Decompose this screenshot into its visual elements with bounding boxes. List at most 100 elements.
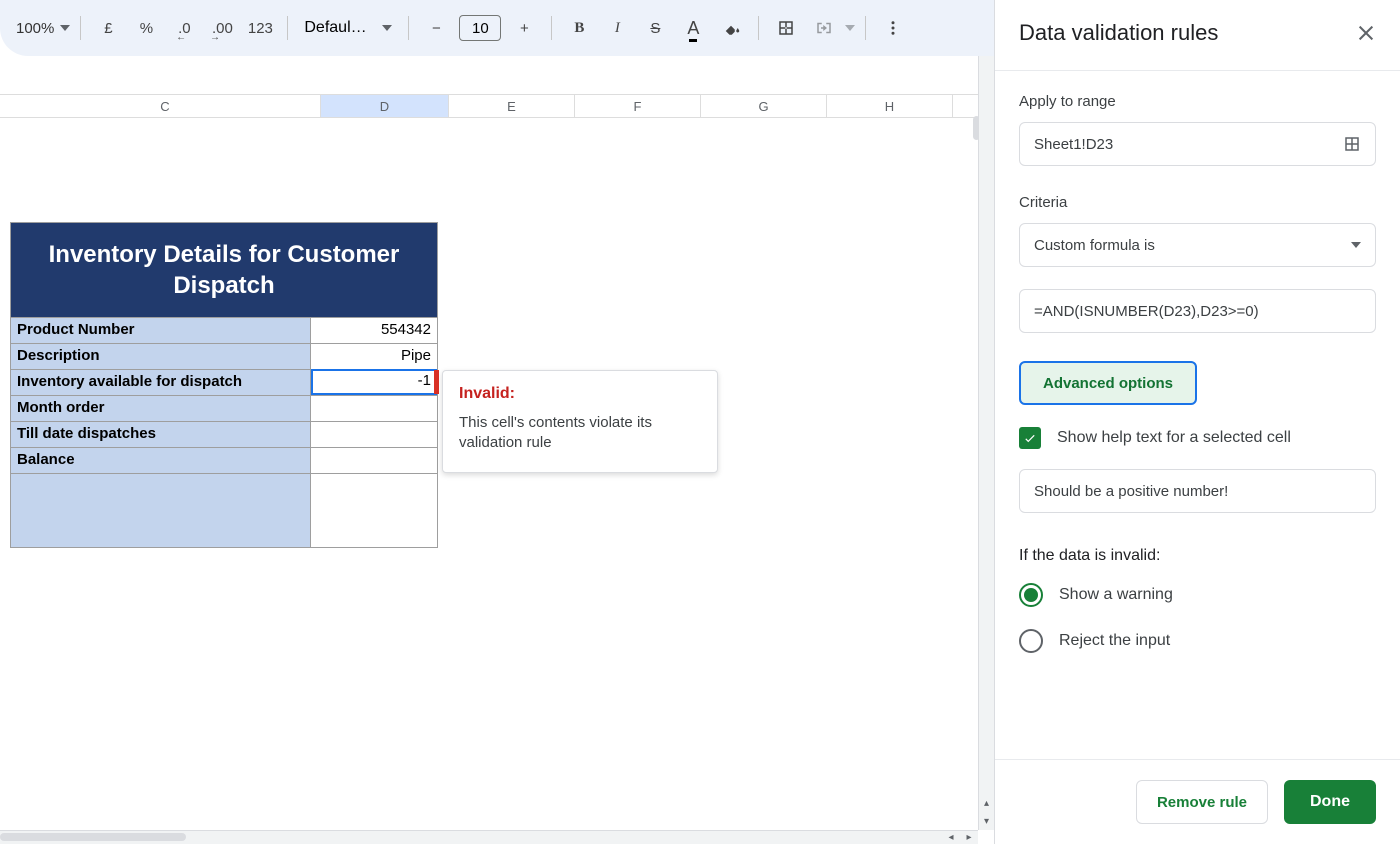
row-label[interactable]: Description (11, 343, 311, 369)
table-row: Till date dispatches (11, 421, 437, 447)
row-label[interactable]: Month order (11, 395, 311, 421)
strikethrough-button[interactable]: S (638, 11, 672, 45)
row-label[interactable]: Till date dispatches (11, 421, 311, 447)
panel-header: Data validation rules (995, 0, 1400, 71)
col-header-D[interactable]: D (321, 95, 449, 117)
separator (758, 16, 759, 40)
done-button[interactable]: Done (1284, 780, 1376, 824)
percent-button[interactable]: % (129, 11, 163, 45)
decrease-decimal-button[interactable]: .0← (167, 11, 201, 45)
criteria-label: Criteria (1019, 194, 1376, 211)
row-value[interactable] (311, 447, 437, 473)
col-header-G[interactable]: G (701, 95, 827, 117)
close-panel-button[interactable] (1356, 23, 1376, 43)
show-warning-radio[interactable] (1019, 583, 1043, 607)
col-header-F[interactable]: F (575, 95, 701, 117)
row-label[interactable]: Product Number (11, 317, 311, 343)
advanced-options-button[interactable]: Advanced options (1019, 361, 1197, 405)
help-text-checkbox-row: Show help text for a selected cell (1019, 427, 1376, 449)
row-value[interactable] (311, 473, 437, 547)
data-validation-panel: Data validation rules Apply to range She… (994, 0, 1400, 844)
row-value[interactable] (311, 395, 437, 421)
number-format-button[interactable]: 123 (243, 11, 277, 45)
col-header-E[interactable]: E (449, 95, 575, 117)
table-row: Product Number 554342 (11, 317, 437, 343)
vertical-scrollbar[interactable]: ▴▾ (978, 56, 994, 830)
panel-title: Data validation rules (1019, 20, 1218, 46)
font-size-input[interactable]: 10 (459, 15, 501, 41)
remove-rule-button[interactable]: Remove rule (1136, 780, 1268, 824)
currency-button[interactable]: £ (91, 11, 125, 45)
check-icon (1023, 431, 1037, 445)
help-text-input[interactable]: Should be a positive number! (1019, 469, 1376, 513)
tooltip-heading: Invalid: (459, 385, 701, 403)
scroll-right-icon[interactable]: ▸ (960, 831, 978, 844)
tooltip-body: This cell's contents violate its validat… (459, 413, 701, 454)
reject-input-label: Reject the input (1059, 632, 1170, 650)
validation-error-flag (434, 370, 439, 394)
reject-input-radio[interactable] (1019, 629, 1043, 653)
more-button[interactable] (876, 11, 910, 45)
increase-decimal-button[interactable]: .00→ (205, 11, 239, 45)
table-row (11, 473, 437, 547)
formula-input[interactable]: =AND(ISNUMBER(D23),D23>=0) (1019, 289, 1376, 333)
merge-dropdown-icon[interactable] (845, 25, 855, 31)
spreadsheet-area: C D E F G H Inventory Details for Custom… (0, 56, 994, 844)
horizontal-scroll-thumb[interactable] (0, 833, 186, 841)
merge-icon (815, 19, 833, 37)
active-cell[interactable]: -1 (311, 369, 437, 395)
table-row: Month order (11, 395, 437, 421)
fill-color-button[interactable] (714, 11, 748, 45)
panel-footer: Remove rule Done (995, 759, 1400, 844)
criteria-value: Custom formula is (1034, 237, 1155, 254)
increase-font-size-button[interactable]: + (507, 11, 541, 45)
row-label[interactable]: Balance (11, 447, 311, 473)
reject-input-radio-row: Reject the input (1019, 629, 1376, 653)
help-text-checkbox[interactable] (1019, 427, 1041, 449)
italic-button[interactable]: I (600, 11, 634, 45)
scroll-up-icon[interactable]: ▴ (979, 794, 994, 812)
scroll-down-icon[interactable]: ▾ (979, 812, 994, 830)
apply-range-label: Apply to range (1019, 93, 1376, 110)
select-range-icon[interactable] (1343, 135, 1361, 153)
table-row: Balance (11, 447, 437, 473)
separator (287, 16, 288, 40)
text-color-button[interactable]: A (676, 11, 710, 45)
separator (80, 16, 81, 40)
caret-down-icon (1351, 242, 1361, 248)
col-header-C[interactable]: C (10, 95, 321, 117)
show-warning-radio-row: Show a warning (1019, 583, 1376, 607)
panel-body: Apply to range Sheet1!D23 Criteria Custo… (995, 71, 1400, 759)
row-label[interactable] (11, 473, 311, 547)
table-title: Inventory Details for Customer Dispatch (11, 223, 437, 317)
more-vertical-icon (884, 19, 902, 37)
apply-range-input[interactable]: Sheet1!D23 (1019, 122, 1376, 166)
help-text-value: Should be a positive number! (1034, 483, 1228, 500)
separator (551, 16, 552, 40)
merge-cells-button[interactable] (807, 11, 841, 45)
separator (865, 16, 866, 40)
criteria-select[interactable]: Custom formula is (1019, 223, 1376, 267)
scroll-left-icon[interactable]: ◂ (942, 831, 960, 844)
font-family-select[interactable]: Defaul… (298, 19, 398, 37)
separator (408, 16, 409, 40)
borders-button[interactable] (769, 11, 803, 45)
zoom-dropdown-icon[interactable] (60, 25, 70, 31)
caret-down-icon (382, 25, 392, 31)
row-value[interactable]: Pipe (311, 343, 437, 369)
horizontal-scrollbar[interactable]: ◂▸ (0, 830, 978, 844)
invalid-data-label: If the data is invalid: (1019, 547, 1376, 565)
active-cell-value: -1 (418, 372, 431, 389)
validation-tooltip: Invalid: This cell's contents violate it… (442, 370, 718, 473)
table-row: Inventory available for dispatch -1 (11, 369, 437, 395)
bold-button[interactable]: B (562, 11, 596, 45)
inventory-table: Inventory Details for Customer Dispatch … (10, 222, 438, 548)
row-label[interactable]: Inventory available for dispatch (11, 369, 311, 395)
table-row: Description Pipe (11, 343, 437, 369)
row-value[interactable] (311, 421, 437, 447)
row-value[interactable]: 554342 (311, 317, 437, 343)
col-header-H[interactable]: H (827, 95, 953, 117)
decrease-font-size-button[interactable]: − (419, 11, 453, 45)
font-family-value: Defaul… (304, 19, 366, 37)
zoom-level[interactable]: 100% (16, 20, 54, 37)
